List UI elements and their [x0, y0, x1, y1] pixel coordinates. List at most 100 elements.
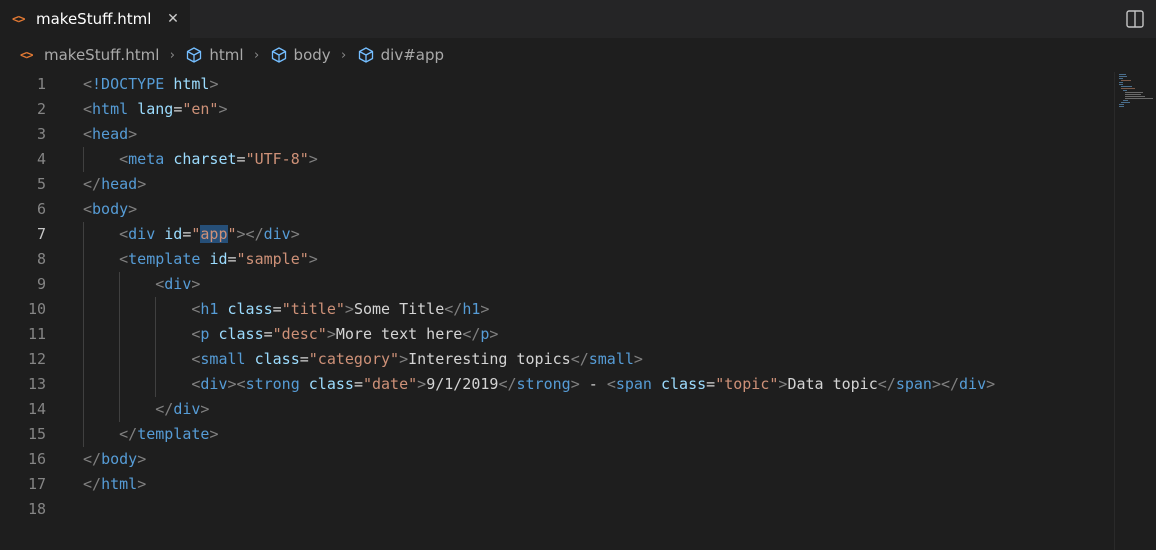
- code-token: >: [480, 300, 490, 318]
- code-token: >: [137, 175, 147, 193]
- breadcrumb-item-div-app[interactable]: div#app: [357, 46, 444, 64]
- breadcrumb-separator: ›: [253, 47, 260, 63]
- code-token: >: [209, 425, 219, 443]
- code-line[interactable]: <meta charset="UTF-8">: [83, 147, 995, 172]
- breadcrumb: <> makeStuff.html › html › body › div#ap…: [0, 38, 1156, 72]
- code-line[interactable]: </body>: [83, 447, 995, 472]
- code-line[interactable]: <head>: [83, 122, 995, 147]
- line-number: 18: [27, 500, 46, 518]
- code-token: Data topic: [787, 375, 878, 393]
- code-line[interactable]: </html>: [83, 472, 995, 497]
- code-line[interactable]: <div id="app"></div>: [83, 222, 995, 247]
- code-token: >: [191, 275, 201, 293]
- code-line[interactable]: <p class="desc">More text here</p>: [83, 322, 995, 347]
- line-number-gutter: 1 2 3 4 5 6 7 8 9 10 11 12 13 14 15 16 17 18: [0, 72, 62, 522]
- code-token: small: [588, 350, 634, 368]
- code-token: div: [959, 375, 987, 393]
- code-token: >: [417, 375, 427, 393]
- code-token: strong: [245, 375, 300, 393]
- breadcrumb-item-html[interactable]: html: [185, 46, 244, 64]
- code-token: >: [489, 325, 499, 343]
- code-line[interactable]: <div><strong class="date">9/1/2019</stro…: [83, 372, 995, 397]
- code-token: small: [200, 350, 246, 368]
- code-token: "title": [281, 300, 345, 318]
- code-token: body: [92, 200, 129, 218]
- code-token: <: [119, 150, 129, 168]
- cube-icon: [271, 47, 286, 63]
- code-token: Interesting topics: [408, 350, 571, 368]
- code-line[interactable]: <template id="sample">: [83, 247, 995, 272]
- code-token: class: [661, 375, 707, 393]
- code-token: span: [615, 375, 652, 393]
- code-token: lang: [137, 100, 174, 118]
- code-token: div: [164, 275, 192, 293]
- code-token: <: [606, 375, 616, 393]
- code-line[interactable]: [83, 497, 995, 522]
- code-line[interactable]: </head>: [83, 172, 995, 197]
- code-token: </: [877, 375, 896, 393]
- code-token: id: [209, 250, 228, 268]
- code-line[interactable]: <small class="category">Interesting topi…: [83, 347, 995, 372]
- split-editor-icon[interactable]: [1124, 8, 1146, 30]
- html-file-icon: <>: [12, 12, 25, 26]
- code-line[interactable]: </div>: [83, 397, 995, 422]
- line-number: 14: [27, 400, 46, 418]
- code-token: head: [101, 175, 138, 193]
- code-editor[interactable]: 1 2 3 4 5 6 7 8 9 10 11 12 13 14 15 16 17 18 <!DOCTYPE ht…: [0, 72, 1114, 550]
- breadcrumb-separator: ›: [169, 47, 175, 63]
- cube-icon: [358, 47, 373, 63]
- code-line[interactable]: <html lang="en">: [83, 97, 995, 122]
- close-icon[interactable]: ✕: [164, 9, 182, 29]
- breadcrumb-item-body[interactable]: body: [270, 46, 331, 64]
- code-token: <: [83, 75, 93, 93]
- code-token: </: [570, 350, 589, 368]
- line-number: 9: [36, 275, 46, 293]
- minimap[interactable]: [1114, 72, 1156, 550]
- code-token: </: [83, 175, 102, 193]
- code-token: html: [101, 475, 138, 493]
- code-token: html: [173, 75, 210, 93]
- code-token: Some Title: [353, 300, 445, 318]
- breadcrumb-item-label: div#app: [380, 46, 445, 64]
- breadcrumb-file[interactable]: <> makeStuff.html: [20, 46, 159, 64]
- code-token: =: [299, 350, 309, 368]
- code-token: html: [92, 100, 129, 118]
- code-line[interactable]: <body>: [83, 197, 995, 222]
- code-token: class: [308, 375, 354, 393]
- code-token: charset: [173, 150, 237, 168]
- code-line[interactable]: <div>: [83, 272, 995, 297]
- code-token: >: [308, 250, 318, 268]
- code-token: div: [173, 400, 201, 418]
- tab-makestuff-html[interactable]: <> makeStuff.html ✕: [0, 0, 190, 38]
- line-number: 13: [27, 375, 46, 393]
- code-line[interactable]: <!DOCTYPE html>: [83, 72, 995, 97]
- code-token: template: [137, 425, 210, 443]
- code-token: >: [570, 375, 580, 393]
- code-token: =: [353, 375, 363, 393]
- code-token: </: [498, 375, 517, 393]
- code-token: =: [227, 250, 237, 268]
- code-token: div: [200, 375, 228, 393]
- code-token: "desc": [272, 325, 327, 343]
- code-token: head: [92, 125, 129, 143]
- code-line[interactable]: </template>: [83, 422, 995, 447]
- code-token: >: [986, 375, 996, 393]
- selected-token: app: [200, 225, 228, 243]
- html-file-icon: <>: [20, 48, 33, 62]
- code-token: >: [344, 300, 354, 318]
- code-token: </: [462, 325, 481, 343]
- line-number: 10: [27, 300, 46, 318]
- code-line[interactable]: <h1 class="title">Some Title</h1>: [83, 297, 995, 322]
- code-token: >: [137, 475, 147, 493]
- cube-icon: [187, 47, 202, 63]
- code-token: div: [263, 225, 291, 243]
- code-area[interactable]: <!DOCTYPE html> <html lang="en"> <head> <m…: [83, 72, 995, 522]
